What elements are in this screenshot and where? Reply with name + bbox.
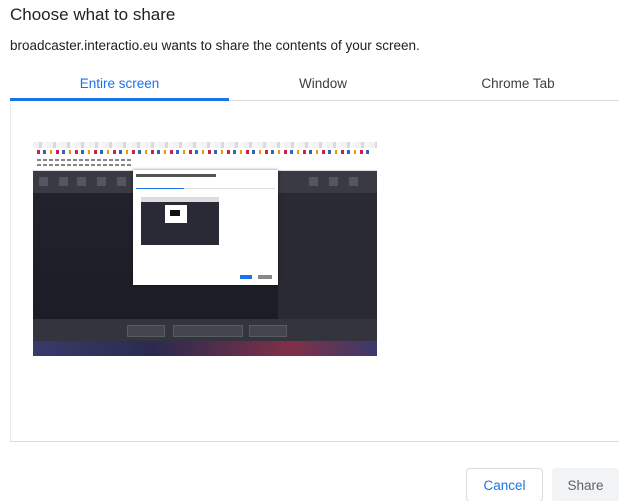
tab-window[interactable]: Window (229, 66, 417, 100)
thumbnail-nested-dialog (133, 170, 278, 285)
thumbnail-bottom-controls (33, 319, 377, 341)
thumbnail-address-bar (33, 156, 377, 171)
screen-thumbnail[interactable] (33, 142, 377, 356)
tab-chrome-tab[interactable]: Chrome Tab (417, 66, 619, 100)
share-button[interactable]: Share (552, 468, 619, 501)
source-list (10, 101, 619, 442)
share-source-tabs: Entire screen Window Chrome Tab (10, 66, 619, 101)
thumbnail-bookmarks-bar (33, 148, 377, 156)
tab-entire-screen[interactable]: Entire screen (10, 66, 229, 101)
thumbnail-bottom-glow (33, 341, 377, 356)
share-screen-dialog: Choose what to share broadcaster.interac… (0, 0, 619, 501)
dialog-subtitle: broadcaster.interactio.eu wants to share… (10, 38, 420, 53)
cancel-button[interactable]: Cancel (466, 468, 543, 501)
dialog-title: Choose what to share (10, 5, 176, 24)
thumbnail-side-panel (278, 193, 377, 319)
